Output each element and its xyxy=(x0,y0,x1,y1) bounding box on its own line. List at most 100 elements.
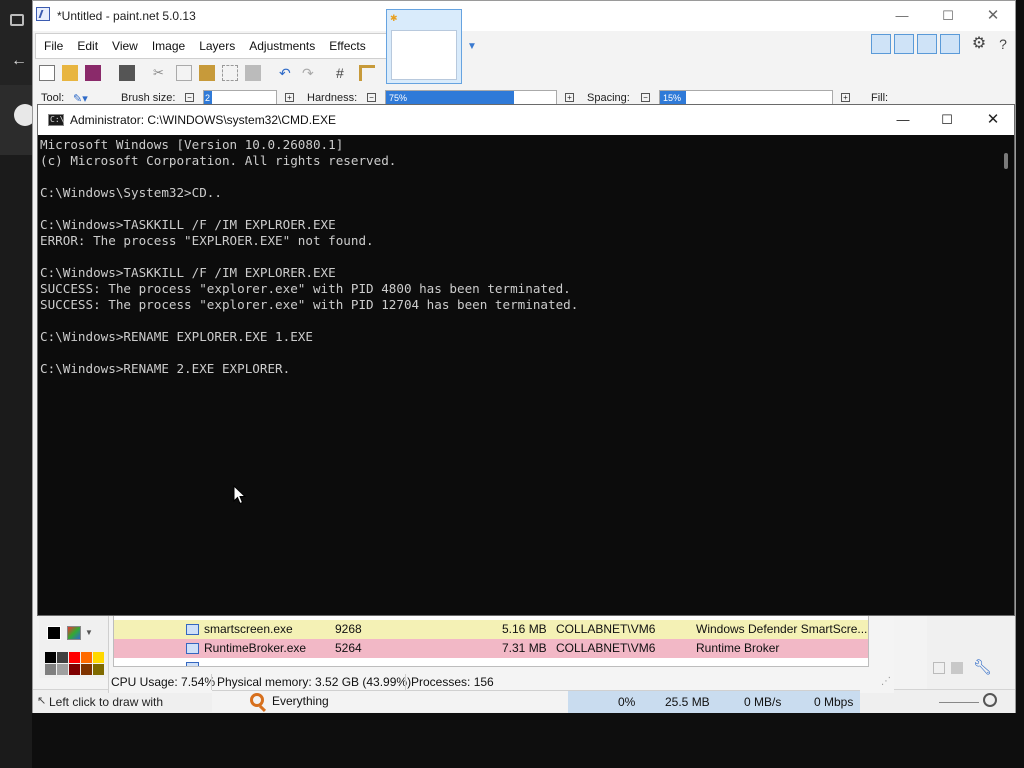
status-hint: Left click to draw with xyxy=(49,695,164,709)
brush-size-increase-icon[interactable]: + xyxy=(285,93,294,102)
minimize-button[interactable]: — xyxy=(880,105,926,135)
palette-swatch[interactable] xyxy=(45,652,56,663)
cpu-stat: 0% xyxy=(618,695,636,709)
open-folder-icon[interactable] xyxy=(62,65,78,81)
redo-icon[interactable]: ↷ xyxy=(302,65,318,81)
copy-icon[interactable] xyxy=(176,65,192,81)
palette-swatch[interactable] xyxy=(69,652,80,663)
zoom-icon[interactable] xyxy=(983,693,997,707)
console-text: Microsoft Windows [Version 10.0.26080.1]… xyxy=(40,137,998,377)
paintnet-titlebar[interactable]: *Untitled - paint.net 5.0.13 — ☐ ✕ xyxy=(33,1,1015,31)
maximize-button[interactable]: ☐ xyxy=(925,1,971,31)
print-icon[interactable] xyxy=(119,65,135,81)
process-memory: 7.31 MB xyxy=(502,641,547,655)
process-icon xyxy=(186,643,199,654)
color-wheel-icon[interactable] xyxy=(67,626,81,640)
bottom-toolbar: Everything 0% 25.5 MB 0 MB/s 0 Mbps xyxy=(212,690,860,713)
grid-icon[interactable]: # xyxy=(336,65,352,81)
undo-icon[interactable]: ↶ xyxy=(279,65,295,81)
window-toggle-bar: ⚙ ? xyxy=(871,34,1016,56)
console-line: ERROR: The process "EXPLROER.EXE" not fo… xyxy=(40,233,374,248)
palette-swatch[interactable] xyxy=(93,664,104,675)
background-band xyxy=(0,0,32,85)
process-memory: 5.16 MB xyxy=(502,622,547,636)
process-pid: 9268 xyxy=(335,622,362,636)
console-line: C:\Windows>TASKKILL /F /IM EXPLORER.EXE xyxy=(40,265,336,280)
spacing-decrease-icon[interactable]: − xyxy=(641,93,650,102)
maximize-button[interactable]: ☐ xyxy=(924,105,970,135)
close-button[interactable]: ✕ xyxy=(970,1,1016,31)
menu-view[interactable]: View xyxy=(112,39,138,53)
window-title: Administrator: C:\WINDOWS\system32\CMD.E… xyxy=(70,113,337,127)
process-name: RuntimeBroker.exe xyxy=(204,641,307,655)
main-toolbar: ✂ ↶ ↷ # xyxy=(35,63,1015,85)
fill-label: Fill: xyxy=(871,92,889,104)
palette-swatch[interactable] xyxy=(93,652,104,663)
cut-icon[interactable]: ✂ xyxy=(153,65,169,81)
gear-icon[interactable]: ⚙ xyxy=(969,34,989,54)
layer-add-icon[interactable] xyxy=(933,662,945,674)
chevron-down-icon[interactable]: ▼ xyxy=(467,41,477,52)
process-table: smartscreen.exe 9268 5.16 MB COLLABNET\V… xyxy=(113,615,869,667)
hardness-decrease-icon[interactable]: − xyxy=(367,93,376,102)
tabs-icon[interactable] xyxy=(10,14,24,26)
console-output[interactable]: Microsoft Windows [Version 10.0.26080.1]… xyxy=(40,137,998,615)
table-row[interactable]: RuntimeBroker.exe 5264 7.31 MB COLLABNET… xyxy=(114,639,868,658)
colors-window-button[interactable] xyxy=(940,34,960,54)
search-icon[interactable] xyxy=(250,693,264,707)
cmd-titlebar[interactable]: C:\ Administrator: C:\WINDOWS\system32\C… xyxy=(38,105,1014,135)
spacing-value: 15% xyxy=(660,91,686,105)
resize-grip-icon[interactable]: ⋰ xyxy=(881,671,891,693)
palette-swatch[interactable] xyxy=(57,652,68,663)
zoom-slider[interactable] xyxy=(939,702,979,703)
palette-swatch[interactable] xyxy=(81,652,92,663)
resource-stats: 0% 25.5 MB 0 MB/s 0 Mbps xyxy=(568,691,860,713)
table-row[interactable]: smartscreen.exe 9268 5.16 MB COLLABNET\V… xyxy=(114,620,868,639)
menu-effects[interactable]: Effects xyxy=(329,39,365,53)
brush-size-label: Brush size: xyxy=(121,92,176,104)
chevron-down-icon[interactable]: ▼ xyxy=(85,628,93,637)
palette-swatches xyxy=(45,652,115,676)
layers-window-button[interactable] xyxy=(917,34,937,54)
palette-swatch[interactable] xyxy=(45,664,56,675)
console-line: (c) Microsoft Corporation. All rights re… xyxy=(40,153,397,168)
menu-image[interactable]: Image xyxy=(152,39,185,53)
primary-color-swatch[interactable] xyxy=(47,626,61,640)
palette-swatch[interactable] xyxy=(57,664,68,675)
crop-icon[interactable] xyxy=(222,65,238,81)
palette-swatch[interactable] xyxy=(69,664,80,675)
brush-size-decrease-icon[interactable]: − xyxy=(185,93,194,102)
hardness-increase-icon[interactable]: + xyxy=(565,93,574,102)
deselect-icon[interactable] xyxy=(245,65,261,81)
back-arrow-icon[interactable]: ← xyxy=(11,52,27,70)
console-scrollbar[interactable] xyxy=(1000,135,1014,615)
palette-swatch[interactable] xyxy=(81,664,92,675)
wrench-icon[interactable]: 🔧︎ xyxy=(973,658,992,676)
unsaved-star-icon: ✱ xyxy=(390,13,398,23)
menu-adjustments[interactable]: Adjustments xyxy=(249,39,315,53)
tool-label: Tool: xyxy=(41,92,65,104)
brush-size-value: 2 xyxy=(204,91,212,105)
desktop: ← *Untitled - paint.net 5.0.13 — ☐ ✕ Fil… xyxy=(0,0,1024,768)
paste-icon[interactable] xyxy=(199,65,215,81)
close-button[interactable]: ✕ xyxy=(970,105,1016,135)
menu-file[interactable]: File xyxy=(44,39,63,53)
color-palette: ▼ xyxy=(39,616,113,678)
menu-layers[interactable]: Layers xyxy=(199,39,235,53)
tools-window-button[interactable] xyxy=(871,34,891,54)
save-icon[interactable] xyxy=(85,65,101,81)
table-row[interactable] xyxy=(114,658,868,666)
history-window-button[interactable] xyxy=(894,34,914,54)
menu-edit[interactable]: Edit xyxy=(77,39,98,53)
everything-search-label[interactable]: Everything xyxy=(272,694,329,708)
help-icon[interactable]: ? xyxy=(993,34,1013,54)
layer-duplicate-icon[interactable] xyxy=(951,662,963,674)
scrollbar-thumb[interactable] xyxy=(1004,153,1008,169)
new-file-icon[interactable] xyxy=(39,65,55,81)
spacing-increase-icon[interactable]: + xyxy=(841,93,850,102)
console-line: C:\Windows\System32>CD.. xyxy=(40,185,222,200)
minimize-button[interactable]: — xyxy=(879,1,925,31)
ruler-icon[interactable] xyxy=(359,65,375,81)
